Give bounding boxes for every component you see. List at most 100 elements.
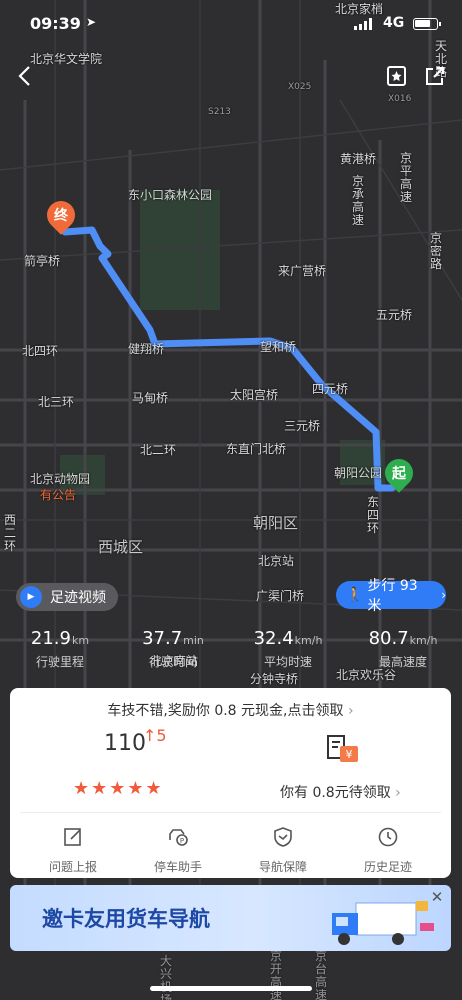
ad-text: 邀卡友用货车导航 xyxy=(42,907,210,931)
map-label: 东小口森林公园 xyxy=(128,188,213,202)
map-label: 东四环 xyxy=(367,495,380,535)
cash-reward-icon[interactable]: ¥ xyxy=(326,734,362,766)
stat-label: 最高速度 xyxy=(378,655,427,669)
walk-distance-label: 步行 93 米 xyxy=(367,578,418,614)
map-label: 西城区 xyxy=(98,538,144,556)
home-indicator[interactable] xyxy=(150,986,312,991)
map-label: 东直门北桥 xyxy=(226,442,287,456)
map-label: 北京动物园 xyxy=(30,472,91,486)
map-label: 四元桥 xyxy=(312,382,349,396)
stat-unit: min xyxy=(183,634,204,647)
map-label: 北京站 xyxy=(258,554,295,568)
map-label: 大兴机场 xyxy=(160,954,173,1000)
map-label: S213 xyxy=(208,107,231,117)
map-label: 三元桥 xyxy=(284,419,321,433)
map-label: 箭亭桥 xyxy=(24,254,61,268)
battery-icon xyxy=(413,18,441,30)
parking-assistant-button[interactable]: P 停车助手 xyxy=(133,826,223,875)
shield-icon xyxy=(274,827,292,847)
stat-avg-speed: 32.4km/h 平均时速 xyxy=(233,628,343,670)
star-rating: ★★★★★ xyxy=(73,778,164,799)
bookmark-icon xyxy=(387,66,406,86)
stat-value: 37.7 xyxy=(142,628,183,649)
map-label: 西二环 xyxy=(4,513,17,553)
bookmark-button[interactable] xyxy=(383,62,411,90)
divider xyxy=(20,812,441,813)
navigation-guarantee-button[interactable]: 导航保障 xyxy=(238,826,328,875)
map-label: 朝阳区 xyxy=(253,514,299,532)
map-label: 北三环 xyxy=(38,395,75,409)
stat-unit: km xyxy=(71,634,90,647)
status-time: 09:39 xyxy=(30,14,81,33)
driving-score: 110 xyxy=(104,731,146,756)
stat-duration: 37.7min 行驶时间 xyxy=(118,628,228,670)
map-label: 京开高速 xyxy=(270,949,283,1000)
stat-distance: 21.9km 行驶里程 xyxy=(5,628,115,670)
stat-value: 32.4 xyxy=(253,628,294,649)
map-label: X025 xyxy=(288,82,312,92)
map-label: 望和桥 xyxy=(260,340,297,354)
trip-stats: 21.9km 行驶里程 37.7min 行驶时间 32.4km/h 平均时速 8… xyxy=(0,628,462,678)
reward-pending-link[interactable]: 你有 0.8元待领取 › xyxy=(280,782,401,802)
stat-label: 平均时速 xyxy=(263,655,312,669)
map-label: 广渠门桥 xyxy=(256,589,305,603)
map-label: 马甸桥 xyxy=(132,391,169,405)
action-label: 历史足迹 xyxy=(363,860,412,874)
stat-value: 80.7 xyxy=(368,628,409,649)
back-button[interactable] xyxy=(10,62,38,90)
status-bar: 09:39 ➤ 4G xyxy=(0,8,462,36)
map-label: 京平高速 xyxy=(400,151,413,204)
edit-icon xyxy=(64,828,81,846)
svg-text:P: P xyxy=(180,837,184,845)
end-marker-label: 终 xyxy=(54,208,68,224)
play-icon: ▶ xyxy=(20,586,42,608)
truck-navigation-ad[interactable]: 邀卡友用货车导航 ✕ xyxy=(10,885,451,951)
footprint-video-button[interactable]: ▶ 足迹视频 xyxy=(16,583,118,611)
report-issue-button[interactable]: 问题上报 xyxy=(28,826,118,875)
chevron-right-icon: › xyxy=(441,588,446,602)
chevron-left-icon xyxy=(18,66,30,86)
reward-pending-text: 你有 0.8元待领取 xyxy=(280,785,391,801)
stat-label: 行驶里程 xyxy=(35,655,84,669)
network-type: 4G xyxy=(383,15,405,31)
map-label: 来广营桥 xyxy=(278,264,327,278)
stat-unit: km/h xyxy=(409,634,438,647)
close-icon[interactable]: ✕ xyxy=(429,889,445,905)
map-label: 健翔桥 xyxy=(128,342,165,356)
share-button[interactable] xyxy=(421,62,449,90)
map-label: X016 xyxy=(388,94,412,104)
screen: 北京华文学院 北京家梢 东小口森林公园 黄港桥 京承高速 京平高速 天北路 箭亭… xyxy=(0,0,462,1000)
walk-distance-button[interactable]: 🚶 步行 93 米 › xyxy=(336,578,446,614)
map-label: 北京华文学院 xyxy=(30,52,103,66)
map-label: 五元桥 xyxy=(376,308,413,322)
map-label: 京承高速 xyxy=(352,174,365,227)
chevron-right-icon: › xyxy=(347,703,354,719)
parking-icon: P xyxy=(169,829,188,846)
chevron-right-icon: › xyxy=(395,785,401,801)
history-footprint-button[interactable]: 历史足迹 xyxy=(343,826,433,875)
reward-banner-text: 车技不错,奖励你 0.8 元现金,点击领取 xyxy=(107,703,344,719)
stat-label: 行驶时间 xyxy=(148,655,197,669)
map-label: 有公告 xyxy=(40,488,77,502)
map-label: 朝阳公园 xyxy=(334,466,383,480)
score-change-value: 5 xyxy=(156,726,167,745)
map-label: 北四环 xyxy=(22,344,59,358)
stat-unit: km/h xyxy=(294,634,323,647)
start-marker-label: 起 xyxy=(392,466,406,482)
share-icon xyxy=(426,67,444,85)
action-label: 停车助手 xyxy=(153,860,202,874)
map-label: 太阳宫桥 xyxy=(230,388,279,402)
map-label: 黄港桥 xyxy=(340,152,377,166)
score-change: ↑5 xyxy=(143,726,167,745)
map-label: 京台高速 xyxy=(315,949,328,1000)
reward-banner-link[interactable]: 车技不错,奖励你 0.8 元现金,点击领取 › xyxy=(10,700,451,720)
svg-text:¥: ¥ xyxy=(346,748,353,761)
action-label: 问题上报 xyxy=(48,860,97,874)
trip-summary-card: 车技不错,奖励你 0.8 元现金,点击领取 › 110 ↑5 ★★★★★ ¥ 你… xyxy=(10,688,451,878)
map-label: 北二环 xyxy=(140,443,177,457)
location-arrow-icon: ➤ xyxy=(86,15,97,29)
footprint-video-label: 足迹视频 xyxy=(50,590,106,606)
stat-value: 21.9 xyxy=(30,628,71,649)
signal-icon xyxy=(354,18,372,30)
truck-illustration xyxy=(332,901,434,945)
